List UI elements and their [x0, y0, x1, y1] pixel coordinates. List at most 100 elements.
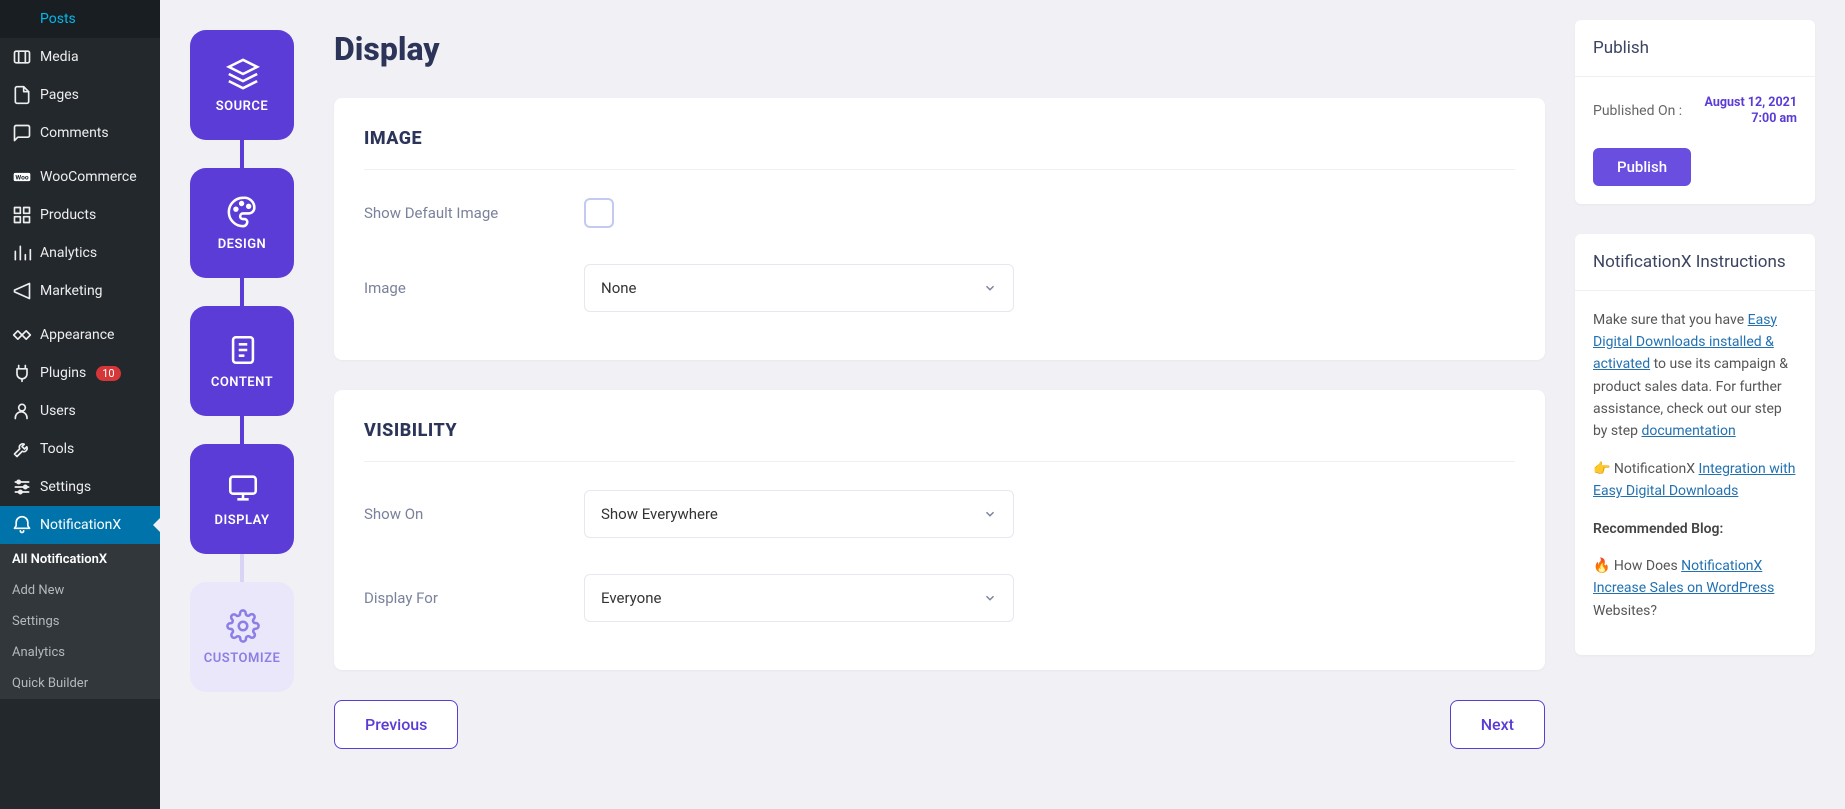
submenu-item-quick-builder[interactable]: Quick Builder	[0, 668, 160, 699]
published-on-label: Published On :	[1593, 103, 1682, 119]
pin-icon	[12, 9, 32, 29]
sidebar-item-users[interactable]: Users	[0, 392, 160, 430]
sidebar-item-products[interactable]: Products	[0, 196, 160, 234]
step-customize[interactable]: CUSTOMIZE	[190, 582, 294, 692]
monitor-icon	[226, 471, 258, 503]
wizard-steps: SOURCE DESIGN CONTENT DISPLAY CUSTOMIZE	[190, 20, 294, 789]
image-select[interactable]: None	[584, 264, 1014, 312]
point-right-icon: 👉	[1593, 461, 1610, 477]
show-on-value: Show Everywhere	[601, 505, 718, 523]
step-design[interactable]: DESIGN	[190, 168, 294, 278]
sidebar-item-comments[interactable]: Comments	[0, 114, 160, 152]
page-title: Display	[334, 30, 1545, 68]
submenu-item-all-notificationx[interactable]: All NotificationX	[0, 544, 160, 575]
submenu-item-settings[interactable]: Settings	[0, 606, 160, 637]
show-default-image-checkbox[interactable]	[584, 198, 614, 228]
admin-sidebar: Posts Media Pages Comments Woo WooCommerce Pro…	[0, 0, 160, 809]
instructions-paragraph-1: Make sure that you have Easy Digital Dow…	[1593, 309, 1797, 443]
page-icon	[12, 85, 32, 105]
badge: 10	[96, 366, 120, 381]
main-content: SOURCE DESIGN CONTENT DISPLAY CUSTOMIZE Disp…	[160, 0, 1845, 809]
instructions-header: NotificationX Instructions	[1575, 234, 1815, 291]
next-button[interactable]: Next	[1450, 700, 1545, 749]
sidebar-item-label: Settings	[40, 479, 91, 495]
show-on-label: Show On	[364, 505, 584, 523]
appearance-icon	[12, 325, 32, 345]
sidebar-item-plugins[interactable]: Plugins10	[0, 354, 160, 392]
sidebar-item-label: Pages	[40, 87, 79, 103]
sidebar-item-notificationx[interactable]: NotificationX	[0, 506, 160, 544]
sidebar-item-label: WooCommerce	[40, 169, 137, 185]
woo-icon: Woo	[12, 167, 32, 187]
media-icon	[12, 47, 32, 67]
display-for-label: Display For	[364, 589, 584, 607]
comment-icon	[12, 123, 32, 143]
svg-text:Woo: Woo	[15, 174, 28, 182]
section-title-image: IMAGE	[364, 128, 1515, 170]
publish-button[interactable]: Publish	[1593, 148, 1691, 186]
layers-icon	[226, 57, 258, 89]
sidebar-item-pages[interactable]: Pages	[0, 76, 160, 114]
recommended-blog-title: Recommended Blog:	[1593, 518, 1797, 540]
fire-icon: 🔥	[1593, 558, 1610, 574]
step-label: CUSTOMIZE	[204, 651, 281, 666]
sidebar-item-label: Users	[40, 403, 76, 419]
sidebar-item-label: Tools	[40, 441, 74, 457]
section-title-visibility: VISIBILITY	[364, 420, 1515, 462]
sidebar-item-label: NotificationX	[40, 517, 121, 533]
plugins-icon	[12, 363, 32, 383]
step-connector	[240, 416, 244, 444]
sidebar-item-label: Posts	[40, 11, 76, 27]
sidebar-submenu: All NotificationXAdd NewSettingsAnalytic…	[0, 544, 160, 699]
sidebar-item-label: Comments	[40, 125, 109, 141]
sidebar-item-settings[interactable]: Settings	[0, 468, 160, 506]
step-content[interactable]: CONTENT	[190, 306, 294, 416]
sidebar-item-analytics[interactable]: Analytics	[0, 234, 160, 272]
palette-icon	[226, 195, 258, 227]
chevron-down-icon	[983, 591, 997, 605]
published-date: August 12, 20217:00 am	[1705, 95, 1797, 128]
instructions-paragraph-2: 👉 NotificationX Integration with Easy Di…	[1593, 458, 1797, 503]
step-connector	[240, 554, 244, 582]
documentation-link[interactable]: documentation	[1641, 423, 1735, 439]
sidebar-item-woocommerce[interactable]: Woo WooCommerce	[0, 158, 160, 196]
display-for-value: Everyone	[601, 589, 661, 607]
chevron-down-icon	[983, 281, 997, 295]
sidebar-item-label: Marketing	[40, 283, 103, 299]
sidebar-item-tools[interactable]: Tools	[0, 430, 160, 468]
submenu-item-add-new[interactable]: Add New	[0, 575, 160, 606]
sidebar-item-posts[interactable]: Posts	[0, 0, 160, 38]
publish-panel: Publish Published On : August 12, 20217:…	[1575, 20, 1815, 204]
instructions-paragraph-3: 🔥 How Does NotificationX Increase Sales …	[1593, 555, 1797, 622]
display-for-select[interactable]: Everyone	[584, 574, 1014, 622]
products-icon	[12, 205, 32, 225]
step-label: SOURCE	[216, 99, 269, 114]
step-connector	[240, 278, 244, 306]
sidebar-item-label: Media	[40, 49, 79, 65]
submenu-item-analytics[interactable]: Analytics	[0, 637, 160, 668]
visibility-section: VISIBILITY Show On Show Everywhere Displ…	[334, 390, 1545, 670]
step-source[interactable]: SOURCE	[190, 30, 294, 140]
step-label: DESIGN	[218, 237, 267, 252]
sidebar-item-label: Products	[40, 207, 96, 223]
sidebar-item-label: Analytics	[40, 245, 97, 261]
sidebar-item-label: Appearance	[40, 327, 114, 343]
notx-icon	[12, 515, 32, 535]
publish-header: Publish	[1575, 20, 1815, 77]
sidebar-item-appearance[interactable]: Appearance	[0, 316, 160, 354]
sidebar-item-media[interactable]: Media	[0, 38, 160, 76]
tools-icon	[12, 439, 32, 459]
show-on-select[interactable]: Show Everywhere	[584, 490, 1014, 538]
sidebar-item-marketing[interactable]: Marketing	[0, 272, 160, 310]
marketing-icon	[12, 281, 32, 301]
image-select-value: None	[601, 279, 637, 297]
image-label: Image	[364, 279, 584, 297]
chevron-down-icon	[983, 507, 997, 521]
step-label: DISPLAY	[214, 513, 269, 528]
previous-button[interactable]: Previous	[334, 700, 458, 749]
users-icon	[12, 401, 32, 421]
step-display[interactable]: DISPLAY	[190, 444, 294, 554]
step-connector	[240, 140, 244, 168]
image-section: IMAGE Show Default Image Image None	[334, 98, 1545, 360]
step-label: CONTENT	[211, 375, 273, 390]
